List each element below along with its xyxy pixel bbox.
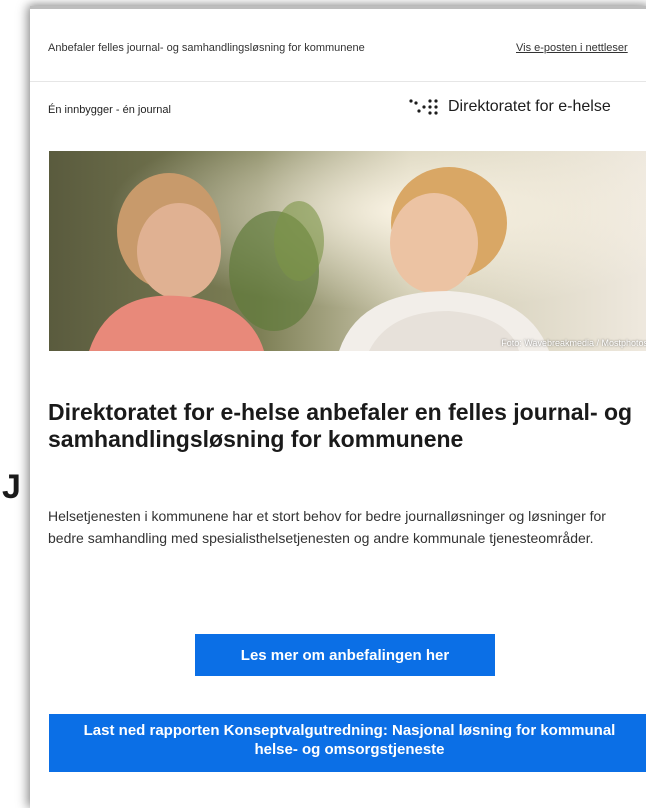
- partial-background-letter: J: [2, 468, 21, 506]
- article-intro: Helsetjenesten i kommunene har et stort …: [48, 508, 606, 546]
- hero-photo-illustration: [49, 151, 646, 351]
- download-report-button-underline: [49, 766, 646, 772]
- organization-name: Direktoratet for e-helse: [448, 98, 611, 115]
- hero-image: Foto: Wavebreakmedia / Mostphotos: [49, 151, 646, 351]
- email-preheader-bar: Anbefaler felles journal- og samhandling…: [30, 9, 646, 82]
- photo-credit: Foto: Wavebreakmedia / Mostphotos: [501, 338, 646, 348]
- email-card: Anbefaler felles journal- og samhandling…: [30, 6, 646, 808]
- tagline: Én innbygger - én journal: [48, 104, 171, 116]
- download-report-button[interactable]: Last ned rapporten Konseptvalgutredning:…: [49, 714, 646, 766]
- read-more-button[interactable]: Les mer om anbefalingen her: [195, 634, 495, 676]
- preheader-text: Anbefaler felles journal- og samhandling…: [48, 42, 365, 54]
- left-margin: J: [0, 0, 28, 805]
- view-in-browser-link[interactable]: Vis e-posten i nettleser: [516, 42, 628, 54]
- article-headline: Direktoratet for e-helse anbefaler en fe…: [48, 399, 633, 452]
- brand-logo-group[interactable]: Direktoratet for e-helse: [408, 97, 611, 117]
- dots-logo-icon: [409, 99, 438, 115]
